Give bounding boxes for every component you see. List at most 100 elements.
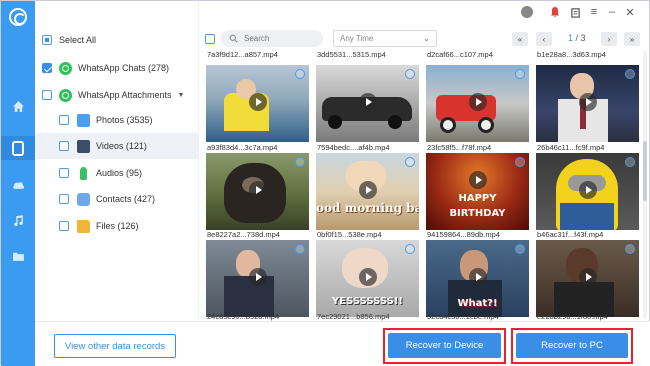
video-checkbox[interactable] [625,244,635,254]
recover-device-highlight: Recover to Device [383,328,506,364]
videos-icon [77,139,90,153]
video-thumbnail[interactable]: YESSSSSSS!! [316,240,419,317]
video-thumbnail[interactable] [536,240,639,317]
whatsapp-chats-checkbox[interactable] [42,63,52,73]
video-checkbox[interactable] [295,244,305,254]
chevron-down-icon[interactable]: ▼ [178,92,185,99]
recover-pc-highlight: Recover to PC [511,328,633,364]
scrollbar-thumb[interactable] [643,141,647,201]
logo-icon [9,8,27,26]
video-thumbnail[interactable] [206,240,309,317]
play-icon[interactable] [579,93,597,111]
play-icon[interactable] [359,93,377,111]
play-icon[interactable] [579,268,597,286]
home-icon[interactable] [1,94,35,118]
recover-to-pc-button[interactable]: Recover to PC [516,333,628,358]
category-panel: Select All WhatsApp Chats (278) WhatsApp… [35,1,199,321]
video-thumbnail[interactable] [206,153,309,230]
select-all-label: Select All [59,35,97,45]
last-page-button[interactable]: » [624,32,640,46]
app-window: Select All WhatsApp Chats (278) WhatsApp… [0,0,650,366]
play-icon[interactable] [359,181,377,199]
sidebar-item-whatsapp-chats[interactable]: WhatsApp Chats (278) [35,55,199,81]
play-icon[interactable] [249,93,267,111]
sidebar-item-videos[interactable]: Videos (121) [35,133,199,159]
contacts-checkbox[interactable] [59,194,69,204]
device-icon[interactable] [1,136,35,160]
microphone-icon [80,166,87,180]
next-page-button[interactable]: › [601,32,617,46]
play-icon[interactable] [579,181,597,199]
music-icon[interactable] [1,208,35,232]
video-filename: a93f83d4...3c7a.mp4 [207,143,278,152]
play-icon[interactable] [249,268,267,286]
first-page-button[interactable]: « [512,32,528,46]
play-icon[interactable] [469,268,487,286]
play-icon[interactable] [469,171,487,189]
audios-checkbox[interactable] [59,168,69,178]
sidebar-item-audios[interactable]: Audios (95) [35,160,199,186]
video-checkbox[interactable] [515,157,525,167]
sidebar-item-whatsapp-attachments[interactable]: WhatsApp Attachments ▼ [35,82,199,108]
video-thumbnail[interactable]: ood morning baby [316,153,419,230]
clipboard-icon[interactable] [569,6,581,18]
files-checkbox[interactable] [59,221,69,231]
videos-checkbox[interactable] [59,141,69,151]
sidebar-item-contacts[interactable]: Contacts (427) [35,186,199,212]
close-icon[interactable]: ✕ [624,6,636,19]
video-checkbox[interactable] [625,157,635,167]
video-checkbox[interactable] [625,69,635,79]
thumbnail-caption: HAPPY [458,193,497,204]
video-filename: 52cb4c30...1cbe.mp4 [427,312,499,321]
thumbnail-caption: What?! [457,298,498,309]
video-thumbnail[interactable] [206,65,309,142]
search-box[interactable] [221,30,323,47]
video-checkbox[interactable] [515,244,525,254]
sidebar-item-files[interactable]: Files (126) [35,213,199,239]
video-thumbnail[interactable] [536,65,639,142]
search-icon [229,34,238,43]
user-icon[interactable] [521,6,533,18]
video-filename: 7a3f9d12...a857.mp4 [207,50,278,59]
footer-bar: View other data records Recover to Devic… [35,321,650,366]
select-all-checkbox[interactable] [42,35,52,45]
menu-icon[interactable]: ≡ [588,6,600,18]
video-checkbox[interactable] [515,69,525,79]
video-checkbox[interactable] [295,157,305,167]
video-thumbnail[interactable] [426,65,529,142]
video-checkbox[interactable] [405,157,415,167]
prev-page-button[interactable]: ‹ [536,32,552,46]
sidebar-item-label: WhatsApp Chats (278) [78,63,170,73]
video-thumbnail[interactable]: What?! [426,240,529,317]
sidebar-item-photos[interactable]: Photos (3535) [35,107,199,133]
whatsapp-attachments-checkbox[interactable] [42,90,52,100]
select-page-checkbox[interactable] [205,34,215,44]
play-icon[interactable] [469,93,487,111]
play-icon[interactable] [249,181,267,199]
minimize-icon[interactable]: – [606,6,618,18]
time-filter-select[interactable]: Any Time ⌄ [333,30,437,47]
current-page: 1 [568,33,574,43]
contacts-icon [77,192,90,206]
video-checkbox[interactable] [405,69,415,79]
play-icon[interactable] [359,268,377,286]
video-filename: 7594bedc....af4b.mp4 [317,143,390,152]
sidebar-item-label: Photos (3535) [96,115,153,125]
video-thumbnail[interactable] [316,65,419,142]
video-checkbox[interactable] [295,69,305,79]
folder-icon[interactable] [1,244,35,268]
grid-scrollbar[interactable] [643,51,647,319]
video-thumbnail[interactable] [536,153,639,230]
video-checkbox[interactable] [405,244,415,254]
cloud-icon[interactable] [1,172,35,196]
view-other-records-button[interactable]: View other data records [54,334,176,358]
search-input[interactable] [244,34,314,43]
video-thumbnail[interactable]: HAPPY BIRTHDAY [426,153,529,230]
select-all-row[interactable]: Select All [35,27,199,53]
bell-icon[interactable] [549,6,561,18]
video-grid: 7a3f9d12...a857.mp4 3dd5531...5315.mp4 d… [201,49,641,321]
chevron-down-icon: ⌄ [423,34,430,43]
page-indicator: 1 / 3 [568,33,586,43]
recover-to-device-button[interactable]: Recover to Device [388,333,501,358]
photos-checkbox[interactable] [59,115,69,125]
